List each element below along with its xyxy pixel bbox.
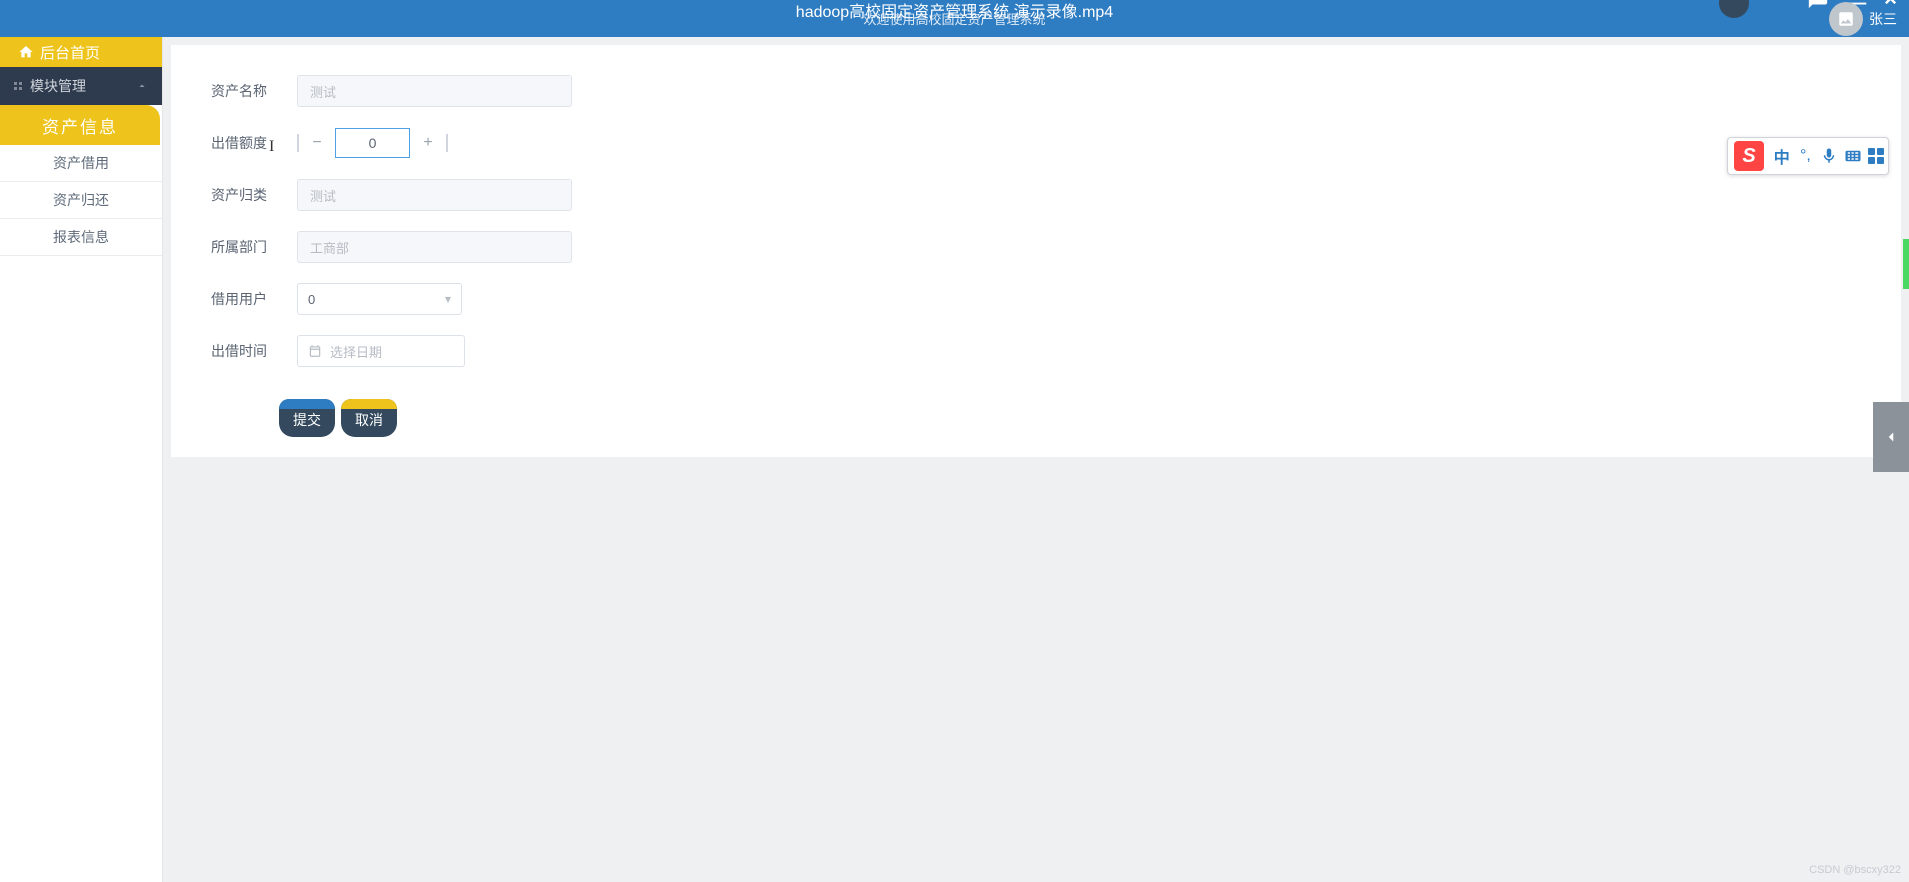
label-asset-category: 资产归类 <box>211 185 281 205</box>
sidebar-item-asset-info[interactable]: 资产信息 <box>0 105 160 145</box>
cancel-label: 取消 <box>355 410 383 430</box>
label-borrow-user: 借用用户 <box>211 289 281 309</box>
asset-name-value: 测试 <box>310 82 336 101</box>
date-picker-loan-time[interactable]: 选择日期 <box>297 335 465 367</box>
input-department: 工商部 <box>297 231 572 263</box>
submit-label: 提交 <box>293 410 321 430</box>
apps-icon <box>1868 148 1884 164</box>
welcome-subtitle: 欢迎使用高校固定资产管理系统 <box>863 0 1045 27</box>
input-asset-category: 测试 <box>297 179 572 211</box>
divider <box>446 134 448 152</box>
form-panel: 资产名称 测试 出借额度 − I <box>171 45 1901 457</box>
stepper-plus-button[interactable]: + <box>418 127 438 159</box>
input-asset-name: 测试 <box>297 75 572 107</box>
ime-punct-button[interactable]: °, <box>1794 147 1818 165</box>
titlebar-badge[interactable] <box>1719 0 1749 18</box>
select-borrow-user[interactable]: 0 ▾ <box>297 283 462 315</box>
text-cursor-icon: I <box>269 138 274 156</box>
mic-icon <box>1820 147 1838 165</box>
scroll-indicator <box>1903 239 1909 289</box>
ime-logo-icon[interactable]: S <box>1734 141 1764 171</box>
stepper-minus-button[interactable]: − <box>307 127 327 159</box>
borrow-user-value: 0 <box>308 292 315 307</box>
sidebar-item-report-info[interactable]: 报表信息 <box>0 219 162 256</box>
image-icon <box>1837 10 1855 28</box>
label-department: 所属部门 <box>211 237 281 257</box>
sidebar-item-asset-return[interactable]: 资产归还 <box>0 182 162 219</box>
username: 张三 <box>1869 9 1897 29</box>
ime-keyboard-button[interactable] <box>1841 147 1865 165</box>
ime-apps-button[interactable] <box>1864 148 1888 164</box>
date-placeholder: 选择日期 <box>330 342 382 361</box>
keyboard-icon <box>1844 147 1862 165</box>
home-icon <box>18 44 34 60</box>
cancel-button[interactable]: 取消 <box>341 399 397 437</box>
collapse-tab[interactable] <box>1873 402 1909 472</box>
ime-lang-toggle[interactable]: 中 <box>1770 144 1794 168</box>
chevron-left-icon <box>1882 428 1900 446</box>
ime-mic-button[interactable] <box>1817 147 1841 165</box>
sidebar-section-label: 模块管理 <box>30 76 86 96</box>
sidebar: 后台首页 模块管理 资产信息 资产借用 资产归还 报表信息 <box>0 37 163 882</box>
loan-amount-input[interactable] <box>335 128 410 158</box>
title-bar: hadoop高校固定资产管理系统 演示录像.mp4 欢迎使用高校固定资产管理系统… <box>0 0 1909 37</box>
department-value: 工商部 <box>310 238 349 257</box>
sidebar-section-modules[interactable]: 模块管理 <box>0 67 162 105</box>
asset-category-value: 测试 <box>310 186 336 205</box>
sidebar-item-label: 报表信息 <box>53 227 109 247</box>
grid-icon <box>14 82 22 90</box>
divider <box>297 134 299 152</box>
sidebar-item-asset-borrow[interactable]: 资产借用 <box>0 145 162 182</box>
watermark: CSDN @bscxy322 <box>1809 864 1901 876</box>
label-loan-time: 出借时间 <box>211 341 281 361</box>
calendar-icon <box>308 344 322 358</box>
sidebar-home[interactable]: 后台首页 <box>0 37 162 67</box>
sidebar-item-label: 资产借用 <box>53 153 109 173</box>
avatar <box>1829 2 1863 36</box>
label-asset-name: 资产名称 <box>211 81 281 101</box>
chevron-down-icon: ▾ <box>445 292 451 306</box>
sidebar-item-label: 资产归还 <box>53 190 109 210</box>
chat-icon[interactable] <box>1807 0 1829 10</box>
chevron-up-icon <box>136 80 148 92</box>
ime-toolbar[interactable]: S 中 °, <box>1727 137 1889 175</box>
user-block[interactable]: 张三 <box>1829 2 1897 36</box>
submit-button[interactable]: 提交 <box>279 399 335 437</box>
loan-amount-stepper: − I + <box>297 127 448 159</box>
main-content: 资产名称 测试 出借额度 − I <box>163 37 1909 882</box>
sidebar-home-label: 后台首页 <box>40 42 100 63</box>
sidebar-active-label: 资产信息 <box>42 113 118 138</box>
